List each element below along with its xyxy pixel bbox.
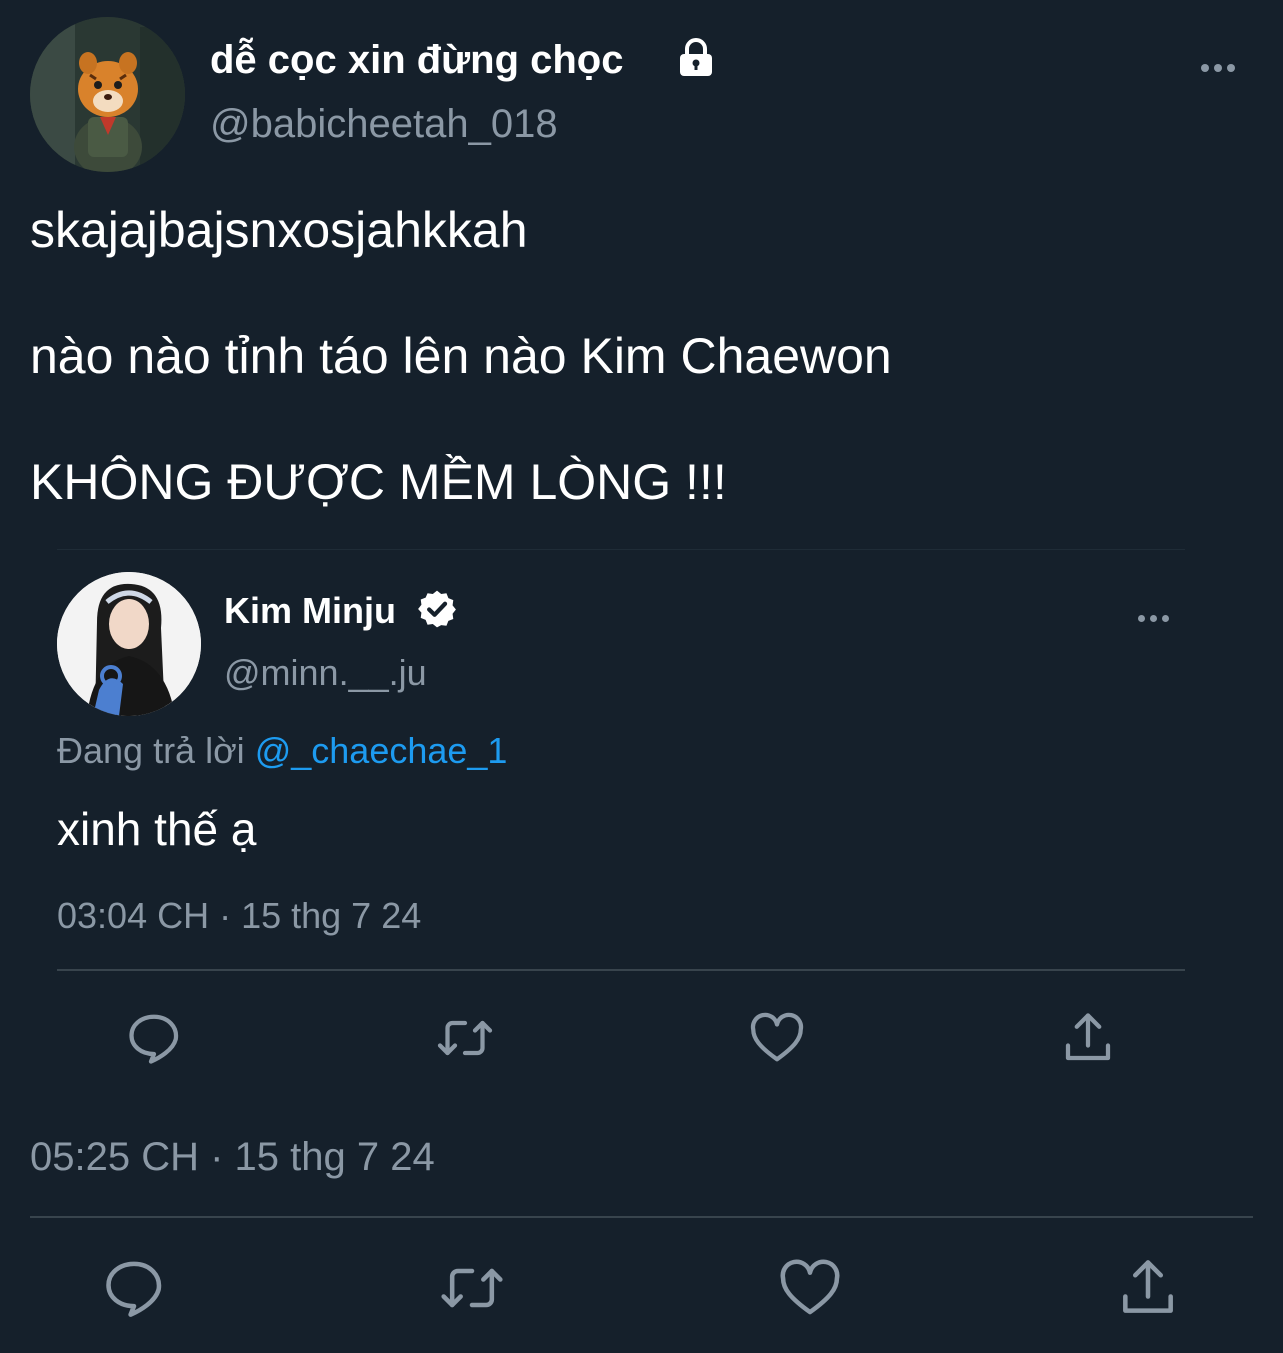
quoted-tweet-timestamp[interactable]: 03:04 CH · 15 thg 7 24 xyxy=(57,895,421,937)
lock-icon xyxy=(674,36,718,80)
replying-prefix: Đang trả lời xyxy=(57,730,245,771)
like-icon[interactable] xyxy=(776,1254,844,1322)
cartoon-tiger-avatar xyxy=(30,17,185,172)
quoted-author-avatar[interactable] xyxy=(57,572,201,716)
author-handle[interactable]: @babicheetah_018 xyxy=(210,102,558,147)
verified-badge-icon xyxy=(416,588,458,630)
quoted-author-display-name[interactable]: Kim Minju xyxy=(224,590,396,632)
quoted-actions-divider xyxy=(57,969,1185,971)
quoted-like-icon[interactable] xyxy=(747,1008,807,1068)
reply-icon[interactable] xyxy=(100,1254,168,1322)
retweet-icon[interactable] xyxy=(438,1254,506,1322)
author-avatar[interactable] xyxy=(30,17,185,172)
quoted-retweet-icon[interactable] xyxy=(435,1008,495,1068)
quoted-tweet-text: xinh thế ạ xyxy=(57,803,257,855)
profile-photo-avatar xyxy=(57,572,201,716)
quoted-more-horizontal-icon[interactable] xyxy=(1138,615,1169,622)
share-icon[interactable] xyxy=(1114,1254,1182,1322)
quoted-share-icon[interactable] xyxy=(1058,1008,1118,1068)
more-horizontal-icon[interactable] xyxy=(1201,64,1235,72)
quote-top-divider xyxy=(57,549,1185,550)
tweet-text-line-2: nào nào tỉnh táo lên nào Kim Chaewon xyxy=(30,328,892,384)
quoted-reply-icon[interactable] xyxy=(124,1008,184,1068)
tweet-text-line-1: skajajbajsnxosjahkkah xyxy=(30,202,528,258)
replying-to-link[interactable]: @_chaechae_1 xyxy=(255,730,508,771)
tweet-actions-divider xyxy=(30,1216,1253,1218)
author-display-name[interactable]: dễ cọc xin đừng chọc xyxy=(210,38,623,83)
quoted-author-handle[interactable]: @minn.__.ju xyxy=(224,652,427,694)
tweet-timestamp[interactable]: 05:25 CH · 15 thg 7 24 xyxy=(30,1135,435,1180)
tweet-text-line-3: KHÔNG ĐƯỢC MỀM LÒNG !!! xyxy=(30,454,727,510)
replying-to-line: Đang trả lời @_chaechae_1 xyxy=(57,730,507,772)
